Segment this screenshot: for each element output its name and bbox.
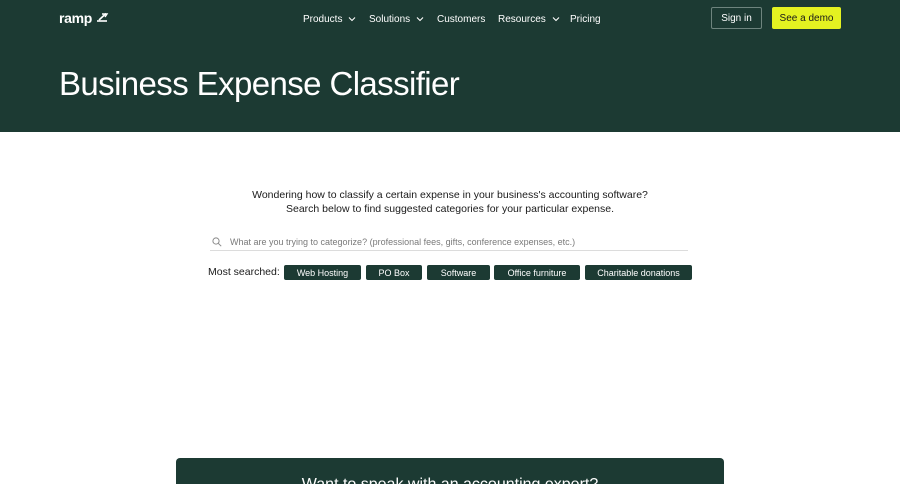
chevron-down-icon — [552, 17, 560, 22]
logo-mark-icon — [97, 12, 109, 22]
page-title: Business Expense Classifier — [59, 65, 460, 102]
chip-po-box[interactable]: PO Box — [366, 265, 422, 280]
search-input[interactable] — [230, 237, 680, 247]
nav-customers-label: Customers — [437, 13, 486, 25]
intro-line-2: Search below to find suggested categorie… — [285, 202, 615, 215]
top-navigation: ramp Products Solutions Customers Resour… — [0, 0, 900, 36]
ramp-logo[interactable]: ramp — [59, 10, 109, 26]
nav-solutions-label: Solutions — [369, 13, 411, 25]
nav-resources-label: Resources — [498, 13, 546, 25]
intro-text: Wondering how to classify a certain expe… — [200, 189, 700, 216]
nav-pricing[interactable]: Pricing — [570, 11, 601, 27]
nav-customers[interactable]: Customers — [437, 11, 485, 27]
sign-in-button[interactable]: Sign in — [711, 7, 762, 29]
intro-line-1: Wondering how to classify a certain expe… — [252, 189, 648, 201]
chip-web-hosting[interactable]: Web Hosting — [284, 265, 361, 280]
nav-products[interactable]: Products — [303, 11, 356, 27]
nav-resources[interactable]: Resources — [498, 11, 560, 27]
search-bar — [210, 234, 688, 251]
chip-office-furniture[interactable]: Office furniture — [494, 265, 580, 280]
nav-solutions[interactable]: Solutions — [369, 11, 424, 27]
logo-text: ramp — [59, 10, 93, 26]
see-a-demo-button[interactable]: See a demo — [772, 7, 841, 29]
most-searched-label: Most searched: — [208, 266, 280, 278]
chevron-down-icon — [349, 17, 356, 22]
nav-products-label: Products — [303, 13, 343, 25]
accounting-expert-cta: Want to speak with an accounting expert? — [176, 458, 724, 484]
cta-title: Want to speak with an accounting expert? — [176, 476, 724, 484]
chip-software[interactable]: Software — [427, 265, 490, 280]
chip-charitable-donations[interactable]: Charitable donations — [585, 265, 692, 280]
nav-pricing-label: Pricing — [570, 13, 601, 25]
search-icon — [212, 237, 222, 247]
chevron-down-icon — [416, 17, 424, 22]
